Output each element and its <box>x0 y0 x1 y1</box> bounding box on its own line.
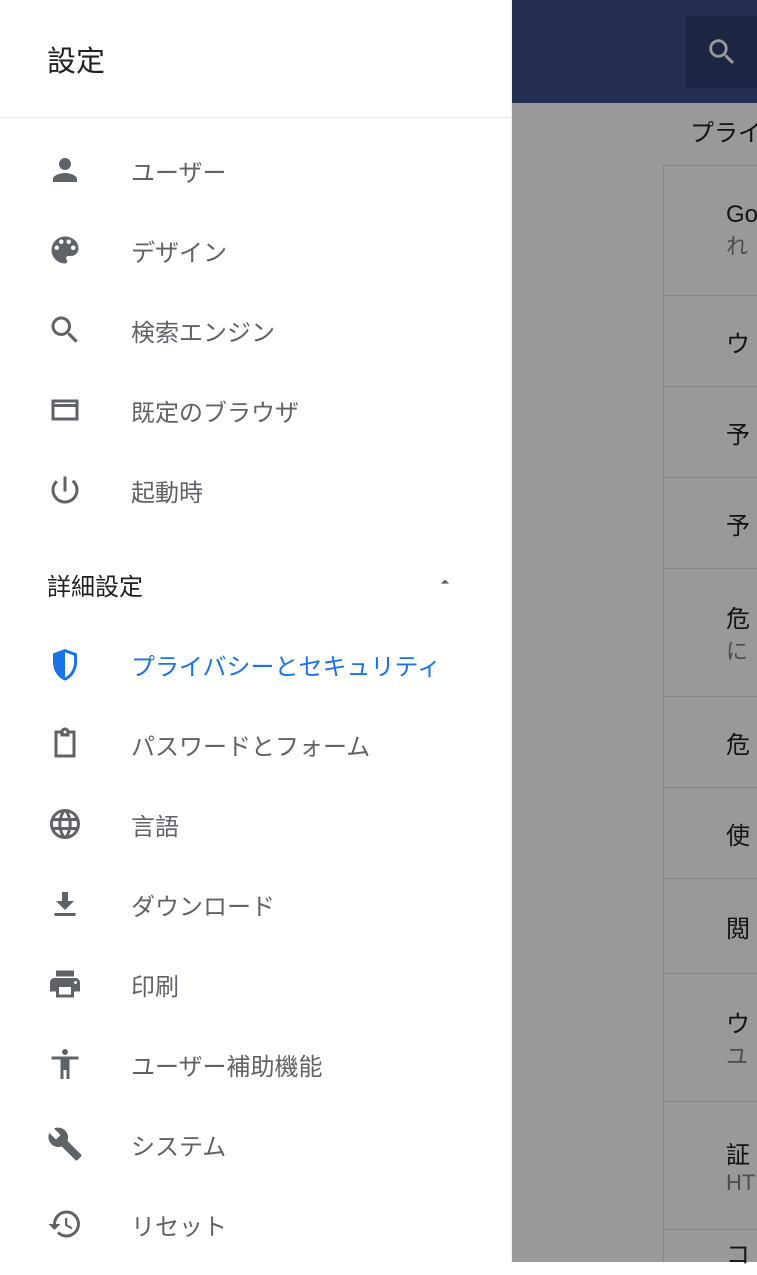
chevron-up-icon <box>435 572 455 597</box>
nav-item-privacy-security[interactable]: プライバシーとセキュリティ <box>0 624 511 704</box>
power-icon <box>47 472 83 508</box>
person-icon <box>47 152 83 188</box>
nav-label: デザイン <box>131 233 227 268</box>
nav-label: ユーザー補助機能 <box>131 1047 323 1082</box>
wrench-icon <box>47 1126 83 1162</box>
nav-item-default-browser[interactable]: 既定のブラウザ <box>0 370 511 450</box>
palette-icon <box>47 232 83 268</box>
nav-label: プライバシーとセキュリティ <box>131 647 441 682</box>
nav-item-search-engine[interactable]: 検索エンジン <box>0 290 511 370</box>
drawer-header: 設定 <box>0 0 511 118</box>
nav-label: システム <box>131 1127 226 1162</box>
settings-drawer: 設定 ユーザー デザイン 検索エンジン 既定のブラウザ 起動時 詳細設定 <box>0 0 512 1262</box>
nav-label: リセット <box>131 1207 227 1242</box>
clipboard-icon <box>47 726 83 762</box>
shield-icon <box>47 646 83 682</box>
nav-item-on-startup[interactable]: 起動時 <box>0 450 511 530</box>
accessibility-icon <box>47 1046 83 1082</box>
drawer-title: 設定 <box>47 38 105 80</box>
search-icon <box>47 312 83 348</box>
nav-item-users[interactable]: ユーザー <box>0 130 511 210</box>
globe-icon <box>47 806 83 842</box>
nav-label: ダウンロード <box>131 887 275 922</box>
nav-label: ユーザー <box>131 153 227 188</box>
nav-label: 既定のブラウザ <box>131 393 299 428</box>
nav-label: 印刷 <box>131 967 179 1002</box>
advanced-section-toggle[interactable]: 詳細設定 <box>0 544 511 624</box>
nav-item-appearance[interactable]: デザイン <box>0 210 511 290</box>
nav-item-system[interactable]: システム <box>0 1104 511 1184</box>
nav-item-printing[interactable]: 印刷 <box>0 944 511 1024</box>
restore-icon <box>47 1206 83 1242</box>
download-icon <box>47 886 83 922</box>
drawer-backdrop[interactable] <box>512 0 757 1262</box>
nav-label: 検索エンジン <box>131 313 275 348</box>
nav-item-downloads[interactable]: ダウンロード <box>0 864 511 944</box>
nav-item-accessibility[interactable]: ユーザー補助機能 <box>0 1024 511 1104</box>
print-icon <box>47 966 83 1002</box>
nav: ユーザー デザイン 検索エンジン 既定のブラウザ 起動時 詳細設定 プライバシー… <box>0 118 511 1264</box>
nav-item-reset[interactable]: リセット <box>0 1184 511 1264</box>
nav-label: 言語 <box>131 807 179 842</box>
advanced-title: 詳細設定 <box>47 567 143 602</box>
nav-label: パスワードとフォーム <box>131 727 370 762</box>
browser-icon <box>47 392 83 428</box>
nav-label: 起動時 <box>131 473 203 508</box>
nav-item-languages[interactable]: 言語 <box>0 784 511 864</box>
nav-item-passwords-forms[interactable]: パスワードとフォーム <box>0 704 511 784</box>
